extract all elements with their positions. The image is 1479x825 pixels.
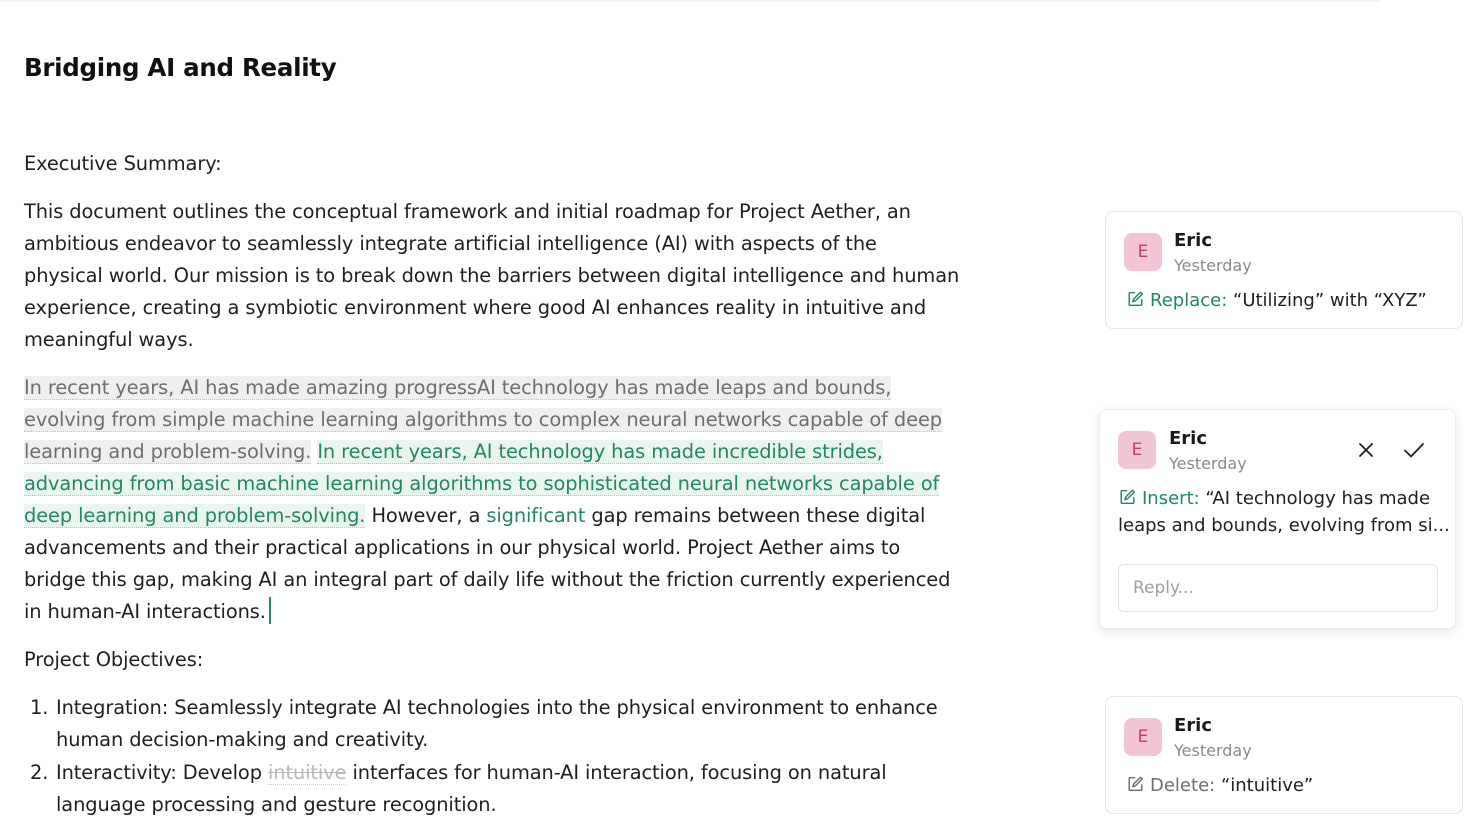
comment-author: Eric — [1174, 230, 1213, 251]
suggestion-text: “AI technology has made — [1199, 488, 1431, 509]
tracked-change-paragraph[interactable]: In recent years, AI has made amazing pro… — [24, 372, 950, 628]
list-item[interactable]: 2. Interactivity: Develop intuitive inte… — [24, 757, 938, 821]
avatar: E — [1124, 233, 1162, 271]
avatar: E — [1118, 431, 1156, 469]
check-icon — [1404, 443, 1424, 458]
comment-author: Eric — [1174, 715, 1213, 736]
suggested-deletion-text[interactable]: evolving from simple machine learning al… — [24, 408, 942, 432]
suggested-replacement-word[interactable]: significant — [486, 504, 585, 527]
paragraph-line: experience, creating a symbiotic environ… — [24, 296, 927, 319]
accept-suggestion-button[interactable] — [1400, 436, 1428, 464]
paragraph-line: meaningful ways. — [24, 328, 194, 351]
list-item-text: Interactivity: Develop — [56, 761, 268, 784]
paragraph-text: in human-AI interactions. — [24, 600, 266, 623]
paragraph-line: bridge this gap, making AI an integral p… — [24, 568, 951, 591]
suggestion-description: Insert: “AI technology has made leaps an… — [1118, 485, 1450, 539]
objectives-heading[interactable]: Project Objectives: — [24, 644, 203, 676]
list-item-text: human decision-making and creativity. — [56, 728, 429, 751]
suggestion-text: leaps and bounds, evolving from si... — [1118, 515, 1450, 536]
suggestion-kind: Replace: — [1150, 290, 1228, 311]
suggestion-description: Delete: “intuitive” — [1126, 772, 1313, 799]
suggest-edit-icon — [1128, 291, 1143, 307]
suggestion-kind: Delete: — [1150, 775, 1216, 796]
exec-summary-heading[interactable]: Executive Summary: — [24, 148, 222, 180]
paragraph-line: advancements and their practical applica… — [24, 536, 901, 559]
avatar: E — [1124, 718, 1162, 756]
suggest-edit-icon — [1128, 776, 1143, 792]
suggested-insertion-text[interactable]: In recent years, AI technology has made … — [317, 440, 883, 464]
paragraph-line: physical world. Our mission is to break … — [24, 264, 960, 287]
comment-author: Eric — [1169, 428, 1208, 449]
text-cursor — [268, 597, 271, 624]
list-item[interactable]: 1. Integration: Seamlessly integrate AI … — [24, 692, 938, 756]
reject-suggestion-button[interactable] — [1352, 436, 1380, 464]
suggest-edit-icon — [1120, 489, 1135, 505]
suggestion-card-replace[interactable]: E Eric Yesterday Replace: “Utilizing” wi… — [1105, 211, 1463, 329]
suggested-insertion-text[interactable]: deep learning and problem-solving. — [24, 504, 365, 528]
paragraph-text: gap remains between these digital — [585, 504, 926, 527]
paragraph-text: However, a — [365, 504, 487, 527]
close-icon — [1359, 443, 1373, 457]
list-number: 1. — [30, 696, 49, 719]
list-item-text: interfaces for human-AI interaction, foc… — [346, 761, 887, 784]
comment-time: Yesterday — [1174, 741, 1252, 760]
suggested-deletion-word[interactable]: intuitive — [267, 761, 347, 785]
suggestion-kind: Insert: — [1142, 488, 1200, 509]
top-divider — [0, 0, 1380, 3]
intro-paragraph[interactable]: This document outlines the conceptual fr… — [24, 196, 959, 356]
suggestion-text: “Utilizing” with “XYZ” — [1227, 290, 1427, 311]
list-item-text: Integration: Seamlessly integrate AI tec… — [56, 696, 938, 719]
comment-time: Yesterday — [1169, 454, 1247, 473]
list-number: 2. — [30, 761, 49, 784]
list-item-text: language processing and gesture recognit… — [56, 793, 497, 816]
comment-time: Yesterday — [1174, 256, 1252, 275]
reply-input[interactable] — [1118, 564, 1438, 612]
paragraph-line: ambitious endeavor to seamlessly integra… — [24, 232, 877, 255]
objectives-list[interactable]: 1. Integration: Seamlessly integrate AI … — [24, 692, 938, 821]
suggested-deletion-text[interactable]: learning and problem-solving. — [24, 440, 311, 464]
paragraph-line: This document outlines the conceptual fr… — [24, 200, 911, 223]
suggestion-card-insert[interactable]: E Eric Yesterday Insert: “AI technology … — [1099, 409, 1456, 629]
suggestion-text: “intuitive” — [1215, 775, 1314, 796]
suggested-insertion-text[interactable]: advancing from basic machine learning al… — [24, 472, 939, 496]
suggested-deletion-text[interactable]: In recent years, AI has made amazing pro… — [24, 376, 891, 400]
document-title[interactable]: Bridging AI and Reality — [24, 50, 337, 86]
suggestion-card-delete[interactable]: E Eric Yesterday Delete: “intuitive” — [1105, 696, 1463, 814]
suggestion-description: Replace: “Utilizing” with “XYZ” — [1126, 287, 1427, 314]
